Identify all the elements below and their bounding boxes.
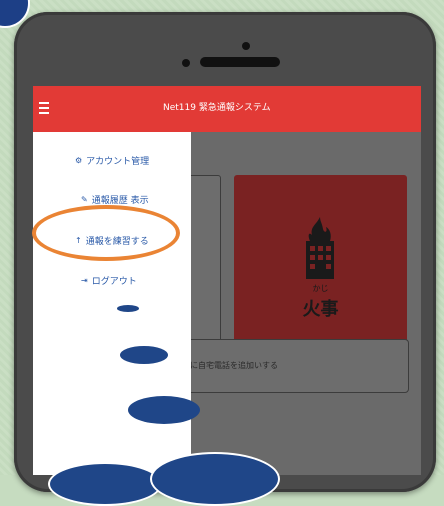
drawer-item-history[interactable]: ✎ 通報履歴 表示: [81, 193, 149, 206]
decorative-oval: [48, 462, 162, 506]
add-home-phone-button[interactable]: に自宅電話を追加いする: [183, 339, 409, 393]
drawer-item-label: ログアウト: [91, 277, 137, 287]
fire-tile[interactable]: かじ 火事: [234, 175, 407, 365]
decorative-oval: [120, 346, 168, 364]
decorative-oval: [128, 396, 200, 424]
highlight-ring: [32, 205, 180, 261]
camera-icon: [242, 42, 250, 50]
decorative-oval: [117, 305, 139, 312]
fire-tile-label: 火事: [302, 299, 339, 320]
fire-tile-kana: かじ: [312, 284, 329, 293]
decorative-oval: [150, 452, 280, 506]
gear-icon: ⚙: [75, 156, 83, 165]
hamburger-menu-icon[interactable]: [39, 102, 49, 114]
burning-building-icon: [306, 217, 334, 279]
history-icon: ✎: [81, 195, 88, 204]
add-home-phone-label: に自宅電話を追加いする: [190, 361, 278, 370]
drawer-item-label: アカウント管理: [86, 157, 150, 167]
sensor-icon: [182, 59, 190, 67]
speaker-grille: [200, 57, 280, 67]
app-screen: Net119 緊急通報システム かじ 火事 に自宅電話を追加いする ⚙ アカウン…: [33, 86, 421, 475]
drawer-item-label: 通報履歴 表示: [91, 196, 149, 206]
drawer-item-logout[interactable]: ⇥ ログアウト: [81, 274, 137, 287]
drawer-item-account[interactable]: ⚙ アカウント管理: [75, 154, 149, 167]
logout-icon: ⇥: [81, 276, 88, 285]
app-bar: Net119 緊急通報システム: [33, 86, 421, 132]
app-title: Net119 緊急通報システム: [163, 103, 271, 113]
